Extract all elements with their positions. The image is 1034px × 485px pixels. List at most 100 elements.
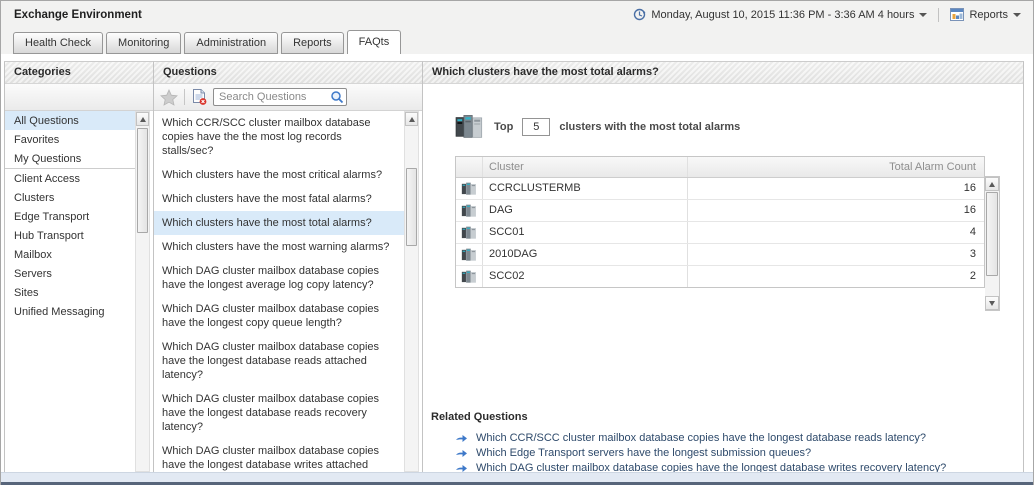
category-item[interactable]: Client Access [5,169,135,188]
scrollbar-thumb[interactable] [406,168,417,246]
question-item[interactable]: Which CCR/SCC cluster mailbox database c… [154,111,404,163]
category-item[interactable]: Mailbox [5,245,135,264]
answer-header: Which clusters have the most total alarm… [423,62,1023,84]
timerange-dropdown-arrow-icon[interactable] [919,13,927,17]
related-question-text: Which Edge Transport servers have the lo… [476,447,811,459]
alarm-count-cell: 16 [688,178,984,199]
related-questions-title: Related Questions [431,411,1013,423]
timerange-clock-icon [633,8,646,21]
alarm-count-cell: 4 [688,222,984,243]
related-arrow-icon [455,463,468,473]
top-count-input[interactable] [522,118,550,136]
category-item[interactable]: All Questions [5,111,135,130]
related-question-link[interactable]: Which DAG cluster mailbox database copie… [431,460,1013,472]
cluster-icon [461,248,478,262]
reports-menu[interactable]: Reports [950,8,1021,21]
related-question-link[interactable]: Which Edge Transport servers have the lo… [431,445,1013,460]
alarms-table: Cluster Total Alarm Count [455,156,985,288]
tab[interactable]: FAQts [347,30,402,54]
reports-dropdown-arrow-icon[interactable] [1013,13,1021,17]
table-scrollbar[interactable] [985,176,1000,311]
top-prefix-label: Top [494,121,513,133]
cluster-icon [461,226,478,240]
related-question-text: Which CCR/SCC cluster mailbox database c… [476,432,926,444]
cluster-name-cell: 2010DAG [483,244,688,265]
alarms-table-wrap: Cluster Total Alarm Count [455,156,1000,311]
related-question-text: Which DAG cluster mailbox database copie… [476,462,946,473]
table-row[interactable]: DAG 16 [456,200,984,222]
cluster-name-cell: SCC02 [483,266,688,287]
related-questions-list: Which CCR/SCC cluster mailbox database c… [431,430,1013,472]
app-window: Exchange Environment Monday, August 10, … [0,0,1034,485]
tab[interactable]: Monitoring [106,32,181,54]
table-row[interactable]: SCC01 4 [456,222,984,244]
table-row[interactable]: CCRCLUSTERMB 16 [456,178,984,200]
top-suffix-label: clusters with the most total alarms [559,121,740,133]
question-item[interactable]: Which clusters have the most fatal alarm… [154,187,404,211]
tab[interactable]: Administration [184,32,278,54]
clusters-icon [455,114,485,140]
table-header-row: Cluster Total Alarm Count [456,157,984,178]
categories-header: Categories [5,62,153,84]
question-item[interactable]: Which DAG cluster mailbox database copie… [154,387,404,439]
question-item[interactable]: Which DAG cluster mailbox database copie… [154,297,404,335]
question-item[interactable]: Which DAG cluster mailbox database copie… [154,259,404,297]
question-item[interactable]: Which DAG cluster mailbox database copie… [154,439,404,472]
tab-bar: Health Check Monitoring Administration R… [1,28,1033,54]
tab[interactable]: Health Check [13,32,103,54]
table-row[interactable]: SCC02 2 [456,266,984,287]
question-item[interactable]: Which DAG cluster mailbox database copie… [154,335,404,387]
cluster-icon [461,270,478,284]
cluster-name-cell: CCRCLUSTERMB [483,178,688,199]
question-item[interactable]: Which clusters have the most total alarm… [154,211,404,235]
topbar-divider [938,8,939,22]
category-item[interactable]: Edge Transport [5,207,135,226]
categories-scrollbar[interactable] [135,111,150,472]
search-icon[interactable] [330,90,344,107]
content-area: Categories All Questions Favorites My Qu… [1,54,1033,472]
scroll-up-icon[interactable] [405,112,418,126]
scroll-down-icon[interactable] [985,296,999,310]
category-item[interactable]: Favorites [5,130,135,149]
bottom-strip [1,472,1033,482]
remove-question-icon[interactable] [191,89,207,105]
category-item[interactable]: Unified Messaging [5,302,135,321]
answer-panel: Which clusters have the most total alarm… [422,61,1024,472]
questions-scrollbar[interactable] [404,111,419,472]
scrollbar-thumb[interactable] [986,192,998,276]
timerange-selector[interactable]: Monday, August 10, 2015 11:36 PM - 3:36 … [633,8,927,21]
answer-body: Top clusters with the most total alarms … [423,84,1023,472]
question-item[interactable]: Which clusters have the most critical al… [154,163,404,187]
favorite-star-icon[interactable] [160,89,178,106]
topbar-controls: Monday, August 10, 2015 11:36 PM - 3:36 … [633,8,1021,22]
related-question-link[interactable]: Which CCR/SCC cluster mailbox database c… [431,430,1013,445]
category-item[interactable]: My Questions [5,149,135,169]
cluster-icon [461,182,478,196]
category-item[interactable]: Servers [5,264,135,283]
tab[interactable]: Reports [281,32,344,54]
top-bar: Exchange Environment Monday, August 10, … [1,1,1033,28]
table-row[interactable]: 2010DAG 3 [456,244,984,266]
category-item[interactable]: Sites [5,283,135,302]
alarm-count-cell: 3 [688,244,984,265]
scroll-up-icon[interactable] [136,112,149,126]
timerange-label: Monday, August 10, 2015 11:36 PM - 3:36 … [651,9,914,21]
question-item[interactable]: Which clusters have the most warning ala… [154,235,404,259]
cluster-name-cell: SCC01 [483,222,688,243]
category-item[interactable]: Hub Transport [5,226,135,245]
cluster-icon [461,204,478,218]
cluster-column-header[interactable]: Cluster [483,157,688,177]
scroll-up-icon[interactable] [985,177,999,191]
category-item[interactable]: Clusters [5,188,135,207]
cluster-name-cell: DAG [483,200,688,221]
icon-column-header [456,157,483,177]
scrollbar-thumb[interactable] [137,128,148,233]
reports-icon [950,8,964,21]
alarm-count-cell: 2 [688,266,984,287]
questions-toolbar [154,84,422,111]
total-alarm-count-column-header[interactable]: Total Alarm Count [688,157,984,177]
search-input[interactable] [213,88,347,106]
questions-panel: Questions [153,61,422,472]
search-box [213,88,347,106]
related-arrow-icon [455,448,468,458]
